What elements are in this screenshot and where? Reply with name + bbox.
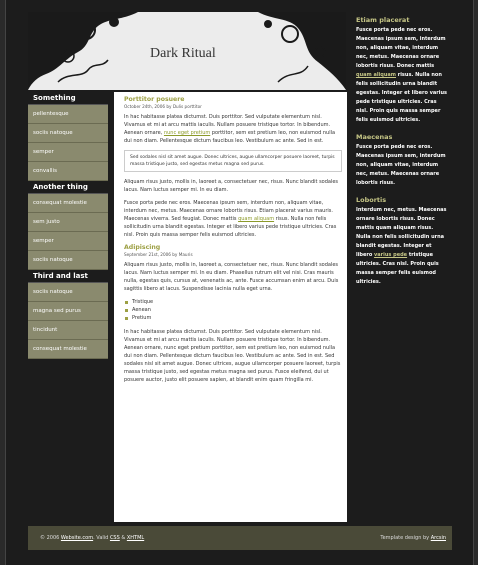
nav-item[interactable]: sociis natoque: [28, 251, 108, 270]
sidebar-paragraph: Fusce porta pede nec eros. Maecenas ipsu…: [356, 144, 446, 186]
footer: © 2006 Website.com. Valid CSS & XHTML Te…: [28, 526, 452, 550]
post-paragraph: In hac habitasse platea dictumst. Duis p…: [124, 329, 341, 383]
post-title[interactable]: Adipiscing: [124, 244, 342, 251]
nav-item[interactable]: semper: [28, 143, 108, 162]
page-frame: Dark Ritual Something pellentesque socii…: [5, 0, 474, 565]
nav-section-title: Something: [28, 92, 108, 105]
main-content: Porttitor posuere October 24th, 2006 by …: [114, 92, 347, 522]
nav-item[interactable]: magna sed purus: [28, 302, 108, 321]
left-navigation: Something pellentesque sociis natoque se…: [28, 92, 108, 359]
footer-copyright: © 2006 Website.com. Valid CSS & XHTML: [40, 535, 145, 541]
post-paragraph: Fusce porta pede nec eros. Maecenas ipsu…: [124, 200, 337, 238]
nav-section-title: Third and last: [28, 270, 108, 283]
sidebar-heading: Maecenas: [356, 133, 393, 141]
post-paragraph: Aliquam risus justo, mollis in, laoreet …: [124, 262, 339, 292]
nav-item[interactable]: semper: [28, 232, 108, 251]
nav-item[interactable]: sociis natoque: [28, 283, 108, 302]
list-item: Tristique: [124, 298, 342, 306]
nav-item[interactable]: sem justo: [28, 213, 108, 232]
header-banner: Dark Ritual: [28, 12, 346, 90]
nav-item[interactable]: pellentesque: [28, 105, 108, 124]
inline-link[interactable]: nunc eget pretium: [164, 130, 210, 136]
inline-link[interactable]: varius pede: [374, 252, 407, 258]
list-item: Aenean: [124, 306, 342, 314]
bullet-list: Tristique Aenean Pretium: [124, 298, 342, 322]
nav-item[interactable]: convallis: [28, 162, 108, 181]
post-paragraph: In hac habitasse platea dictumst. Duis p…: [124, 114, 336, 144]
right-sidebar: Etiam placerat Fusce porta pede nec eros…: [356, 16, 448, 295]
site-title: Dark Ritual: [150, 46, 216, 61]
list-item: Pretium: [124, 314, 342, 322]
inline-link[interactable]: quam aliquam: [356, 72, 396, 78]
footer-credit: Template design by Arcsin: [380, 535, 446, 541]
sidebar-paragraph: Fusce porta pede nec eros. Maecenas ipsu…: [356, 27, 448, 123]
post-date: October 24th, 2006 by Dulis porttitor: [124, 104, 202, 109]
nav-item[interactable]: consequat molestie: [28, 340, 108, 359]
inline-link[interactable]: quam aliquam: [238, 216, 274, 222]
blockquote: Sed sodales nisl sit amet augue. Donec u…: [124, 150, 342, 172]
author-link[interactable]: Arcsin: [431, 535, 446, 541]
nav-item[interactable]: sociis natoque: [28, 124, 108, 143]
nav-item[interactable]: consequat molestie: [28, 194, 108, 213]
sidebar-paragraph: Interdum nec, metus. Maecenas ornare lob…: [356, 207, 447, 285]
css-link[interactable]: CSS: [110, 535, 120, 541]
nav-section-title: Another thing: [28, 181, 108, 194]
post-title[interactable]: Porttitor posuere: [124, 96, 342, 103]
sidebar-heading: Etiam placerat: [356, 16, 410, 24]
post-paragraph: Aliquam risus justo, mollis in, laoreet …: [124, 179, 339, 193]
post-date: September 21st, 2006 by Mauris: [124, 252, 193, 257]
xhtml-link[interactable]: XHTML: [127, 535, 144, 541]
nav-item[interactable]: tincidunt: [28, 321, 108, 340]
sidebar-heading: Lobortis: [356, 196, 387, 204]
site-link[interactable]: Website.com: [61, 535, 93, 541]
